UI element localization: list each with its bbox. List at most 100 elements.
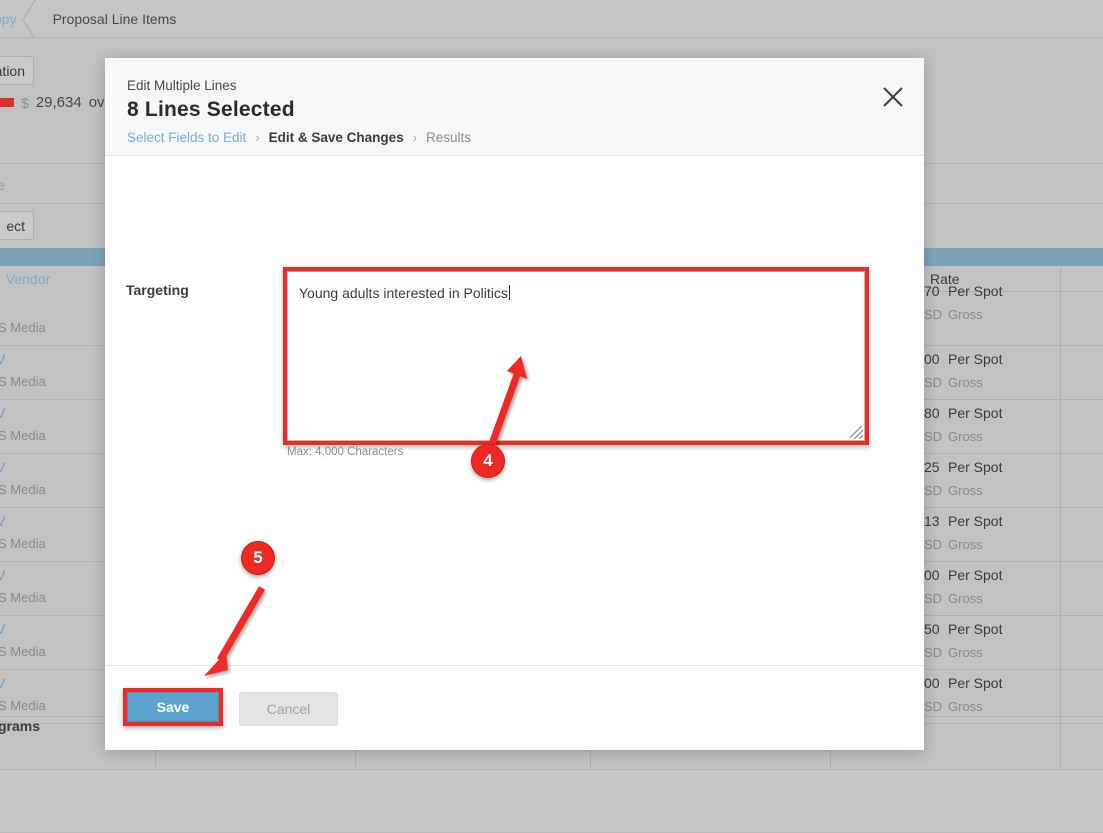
resize-handle-icon[interactable] [850,426,863,439]
vendor-sublabel: S Media [0,428,46,443]
dialog-header: Edit Multiple Lines 8 Lines Selected Sel… [105,58,924,156]
vendor-sublabel: S Media [0,644,46,659]
table-row[interactable]: 00 Per Spot SD Gross [920,346,1103,400]
cancel-button[interactable]: Cancel [239,692,338,726]
left-column-rows: V S Media V S Media V S Media V S Media … [0,292,105,724]
table-row[interactable]: 50 Per Spot SD Gross [920,616,1103,670]
column-header-blank [1060,266,1103,292]
rate-amount: 00 [924,567,940,583]
dialog-title: 8 Lines Selected [127,98,900,122]
breadcrumb-link-parent[interactable]: ppy [0,11,17,27]
page-bottom-area [0,770,1103,833]
chevron-right-icon [21,0,49,38]
table-row[interactable]: V S Media [0,292,105,346]
rate-cell: 80 Per Spot SD Gross [920,400,1060,453]
vendor-link[interactable]: V [0,405,5,421]
allocation-button[interactable]: ation [0,56,34,85]
step-separator-icon: › [255,130,259,145]
table-row[interactable]: V S Media [0,562,105,616]
table-row[interactable]: 00 Per Spot SD Gross [920,562,1103,616]
rate-cell: 00 Per Spot SD Gross [920,562,1060,615]
rate-type: Gross [948,375,983,390]
vendor-link[interactable]: Vendor [6,271,50,287]
rate-unit: Per Spot [948,567,1002,583]
rate-currency: SD [924,699,942,714]
dialog-body: Targeting Young adults interested in Pol… [105,156,924,665]
rate-unit: Per Spot [948,621,1002,637]
rate-currency: SD [924,537,942,552]
budget-amount: 29,634 [36,94,82,111]
dialog-eyebrow: Edit Multiple Lines [127,78,900,93]
vendor-link[interactable]: V [0,513,5,529]
rate-currency: SD [924,645,942,660]
annotation-badge-4: 4 [471,444,505,478]
rate-unit: Per Spot [948,351,1002,367]
rate-type: Gross [948,429,983,444]
rate-currency: SD [924,483,942,498]
budget-currency-symbol: $ [21,95,29,111]
screen: ppy Proposal Line Items ation $ 29,634 o… [0,0,1103,833]
rate-cell: 50 Per Spot SD Gross [920,616,1060,669]
annotation-badge-5: 5 [241,541,275,575]
table-row[interactable]: V S Media [0,508,105,562]
empty-cell [1060,508,1103,561]
breadcrumb: ppy Proposal Line Items [0,0,1103,38]
step-edit-save[interactable]: Edit & Save Changes [269,130,404,145]
rate-currency: SD [924,429,942,444]
step-results: Results [426,130,471,145]
rate-cell: 25 Per Spot SD Gross [920,454,1060,507]
vendor-link[interactable]: V [0,675,5,691]
rate-unit: Per Spot [948,283,1002,299]
vendor-link[interactable]: V [0,567,5,583]
rate-amount: 13 [924,513,940,529]
close-icon[interactable] [880,84,906,110]
vendor-sublabel: S Media [0,698,46,713]
empty-cell [1060,346,1103,399]
vendor-link[interactable]: V [0,351,5,367]
rate-cell: 13 Per Spot SD Gross [920,508,1060,561]
targeting-textarea[interactable]: Young adults interested in Politics [287,271,865,441]
table-row[interactable]: 80 Per Spot SD Gross [920,400,1103,454]
rate-cell: 00 Per Spot SD Gross [920,346,1060,399]
step-separator-icon: › [413,130,417,145]
table-row[interactable]: 70 Per Spot SD Gross [920,292,1103,346]
vendor-sublabel: S Media [0,482,46,497]
table-row[interactable]: V S Media [0,400,105,454]
rate-unit: Per Spot [948,405,1002,421]
table-row[interactable]: V S Media [0,616,105,670]
empty-cell [1060,562,1103,615]
save-button-highlight: Save [123,688,223,726]
rate-type: Gross [948,483,983,498]
rate-unit: Per Spot [948,459,1002,475]
rate-currency: SD [924,591,942,606]
vendor-link[interactable]: V [0,459,5,475]
table-row[interactable]: 13 Per Spot SD Gross [920,508,1103,562]
rate-unit: Per Spot [948,675,1002,691]
search-input[interactable]: me [0,172,5,198]
rate-unit: Per Spot [948,513,1002,529]
empty-cell [1060,616,1103,669]
vendor-sublabel: S Media [0,536,46,551]
step-breadcrumb: Select Fields to Edit › Edit & Save Chan… [127,130,900,145]
breadcrumb-current: Proposal Line Items [53,11,177,27]
rate-amount: 50 [924,621,940,637]
rate-type: Gross [948,307,983,322]
save-button[interactable]: Save [127,692,219,722]
vendor-sublabel: S Media [0,320,46,335]
select-button[interactable]: ect [0,211,34,240]
column-subheader-links: gram / Vendor [0,271,50,287]
rate-type: Gross [948,591,983,606]
rate-amount: 80 [924,405,940,421]
targeting-label: Targeting [126,282,189,298]
step-select-fields[interactable]: Select Fields to Edit [127,130,246,145]
table-row[interactable]: V S Media [0,454,105,508]
rate-type: Gross [948,699,983,714]
rate-amount: 00 [924,351,940,367]
table-row[interactable]: 25 Per Spot SD Gross [920,454,1103,508]
empty-cell [1060,292,1103,345]
vendor-link[interactable]: V [0,621,5,637]
budget-over-swatch [0,98,14,107]
table-row[interactable]: V S Media [0,346,105,400]
rate-amount: 00 [924,675,940,691]
empty-cell [1060,400,1103,453]
